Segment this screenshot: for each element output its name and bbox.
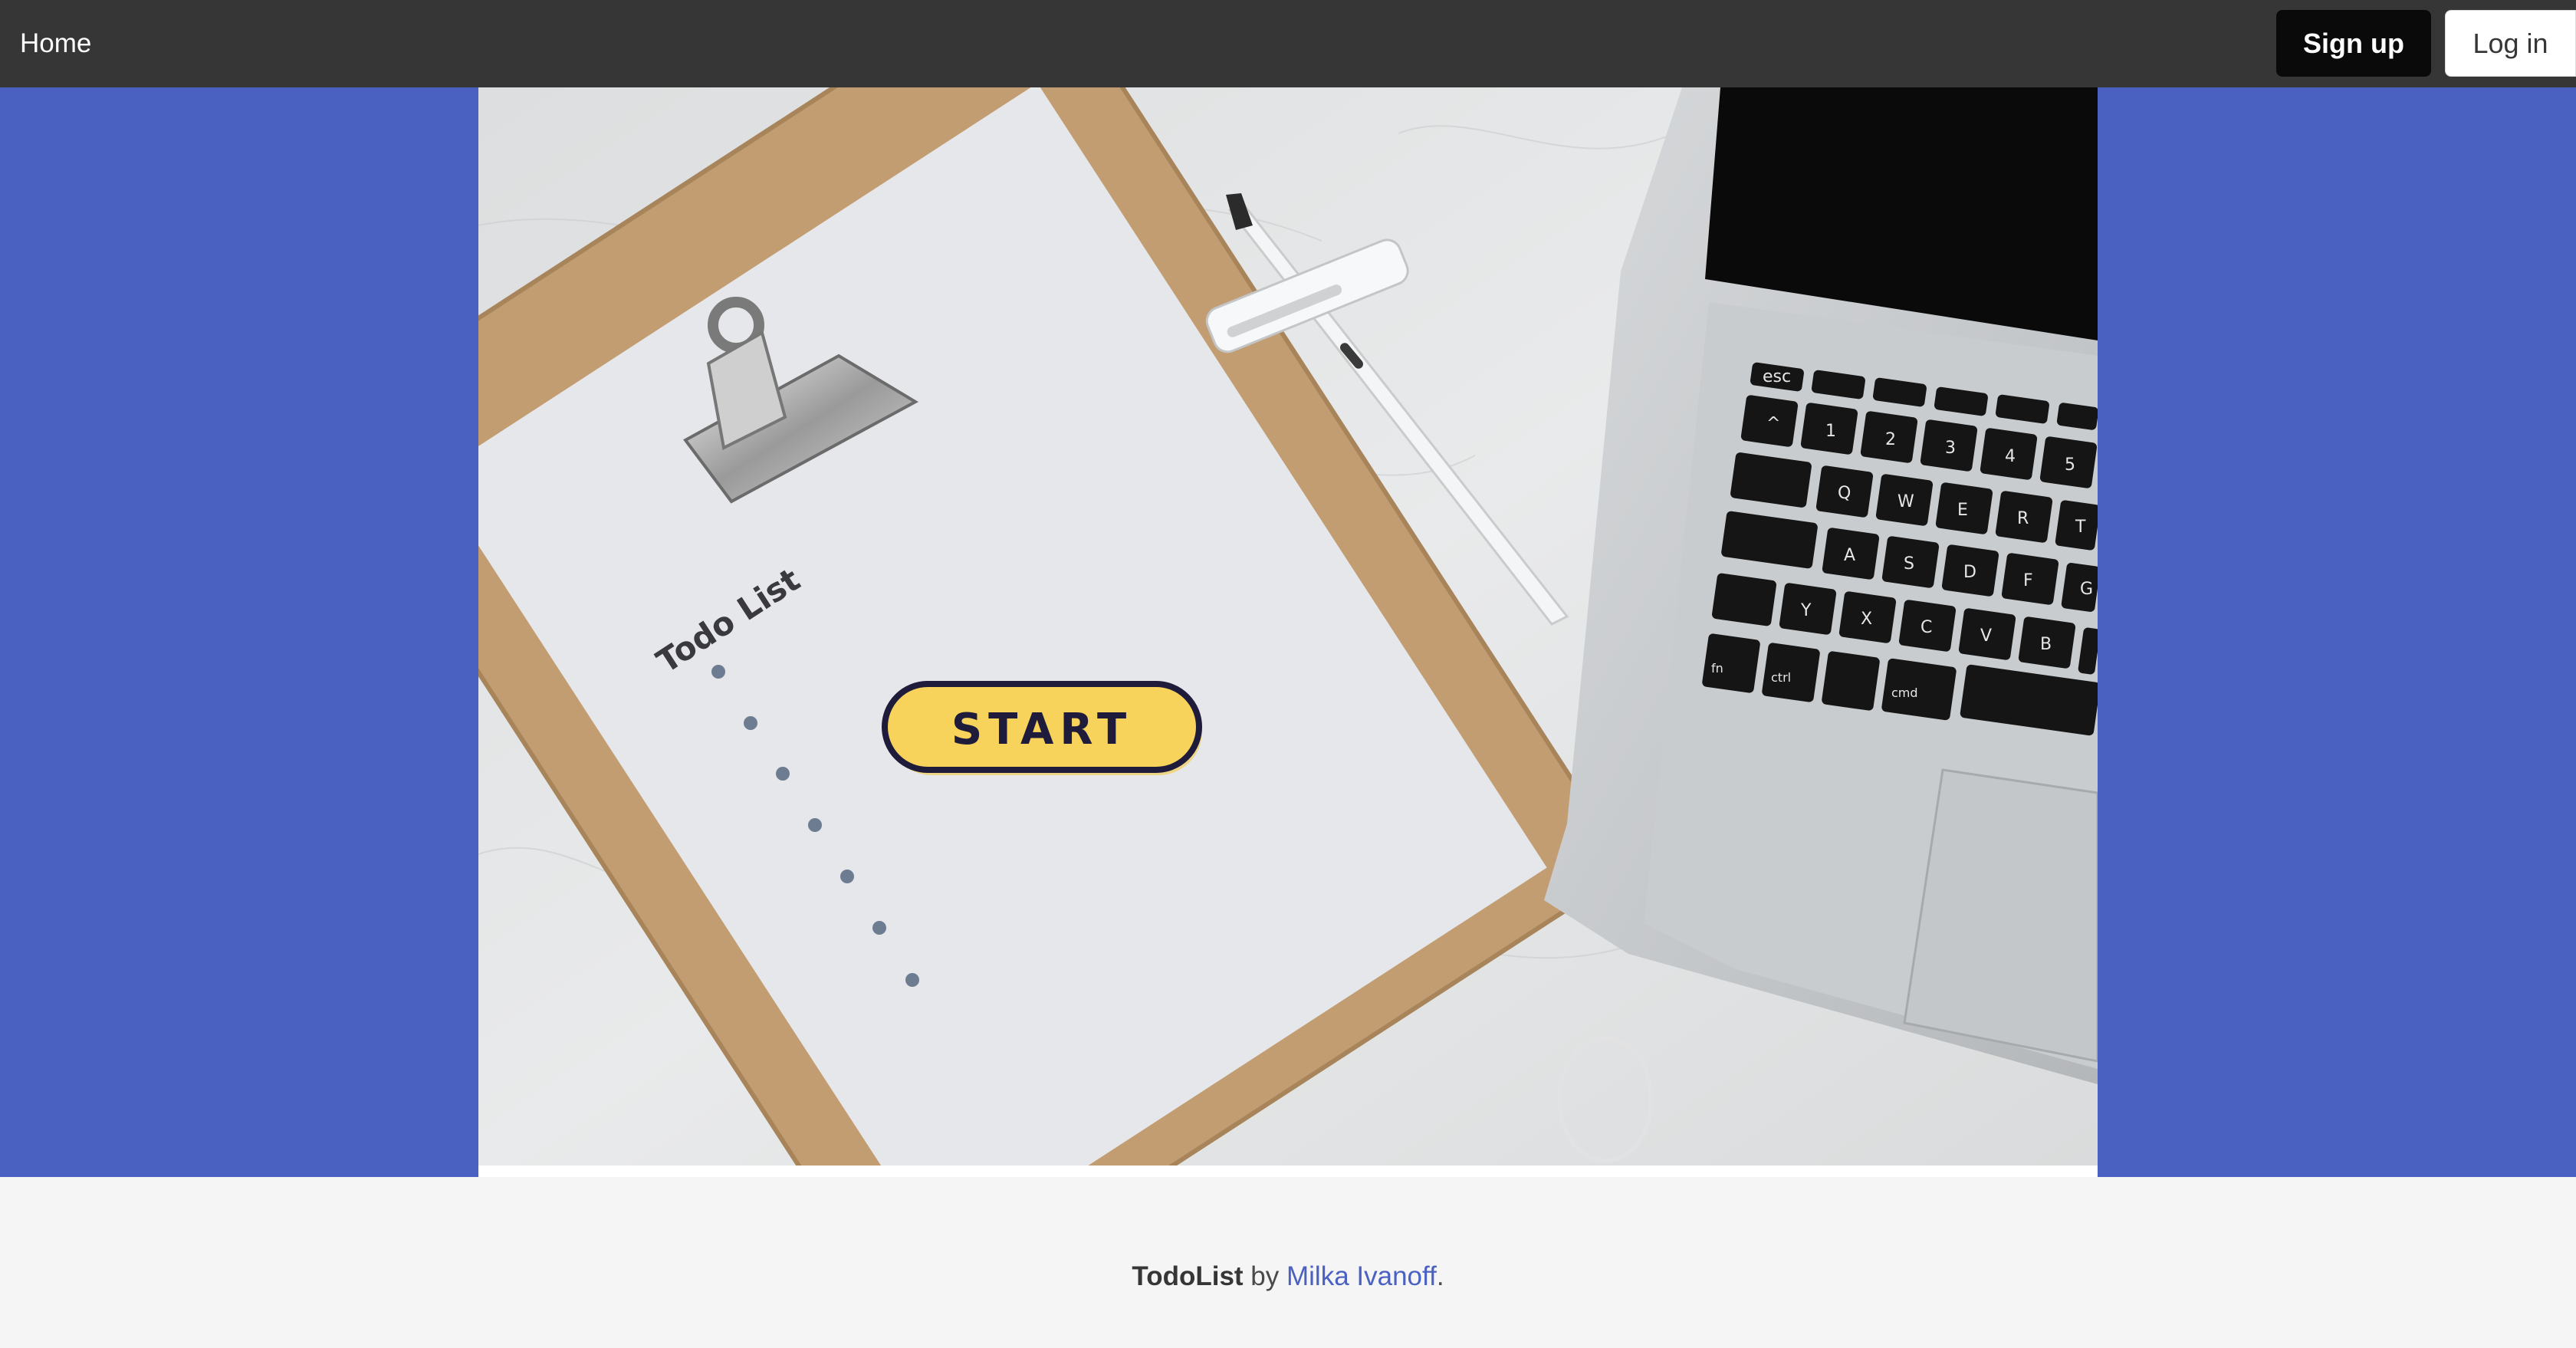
svg-text:^: ^	[1766, 414, 1780, 433]
footer-credit: TodoList by Milka Ivanoff.	[0, 1261, 2576, 1292]
svg-text:Q: Q	[1838, 484, 1851, 503]
svg-text:2: 2	[1885, 430, 1896, 449]
footer-app-name: TodoList	[1132, 1261, 1244, 1291]
svg-text:3: 3	[1945, 439, 1956, 458]
nav-home-link[interactable]: Home	[20, 0, 91, 87]
hero-section: Todo List START esc ^ 1 2 3 4 5 Q W E R …	[0, 87, 2576, 1177]
svg-text:1: 1	[1825, 422, 1836, 441]
svg-text:fn: fn	[1711, 661, 1723, 676]
svg-text:E: E	[1957, 501, 1968, 520]
svg-text:A: A	[1844, 546, 1855, 565]
footer: TodoList by Milka Ivanoff.	[0, 1177, 2576, 1348]
svg-text:F: F	[2023, 571, 2033, 590]
svg-text:S: S	[1904, 554, 1914, 574]
hero-image: Todo List START esc ^ 1 2 3 4 5 Q W E R …	[478, 87, 2098, 1166]
svg-text:cmd: cmd	[1891, 686, 1918, 700]
footer-by-text: by	[1243, 1261, 1286, 1291]
hero-image-bottom-border	[478, 1166, 2098, 1177]
svg-text:B: B	[2040, 635, 2052, 654]
svg-text:D: D	[1963, 563, 1976, 582]
signup-button[interactable]: Sign up	[2276, 10, 2431, 77]
svg-text:esc: esc	[1763, 367, 1791, 386]
start-button[interactable]: START	[882, 681, 1202, 775]
svg-text:G: G	[2080, 580, 2093, 599]
svg-text:5: 5	[2065, 455, 2075, 475]
svg-text:ctrl: ctrl	[1771, 670, 1791, 685]
footer-period: .	[1436, 1261, 1444, 1291]
svg-text:T: T	[2075, 518, 2086, 537]
svg-text:V: V	[1980, 626, 1992, 646]
navbar: Home Sign up Log in	[0, 0, 2576, 87]
start-button-label[interactable]: START	[951, 705, 1132, 755]
footer-author-link[interactable]: Milka Ivanoff	[1286, 1261, 1437, 1291]
svg-text:W: W	[1898, 492, 1914, 511]
login-button[interactable]: Log in	[2445, 10, 2576, 77]
svg-text:X: X	[1861, 610, 1872, 629]
svg-text:C: C	[1921, 618, 1932, 637]
svg-text:R: R	[2017, 509, 2029, 528]
svg-text:4: 4	[2005, 447, 2016, 466]
svg-text:Y: Y	[1800, 601, 1812, 620]
